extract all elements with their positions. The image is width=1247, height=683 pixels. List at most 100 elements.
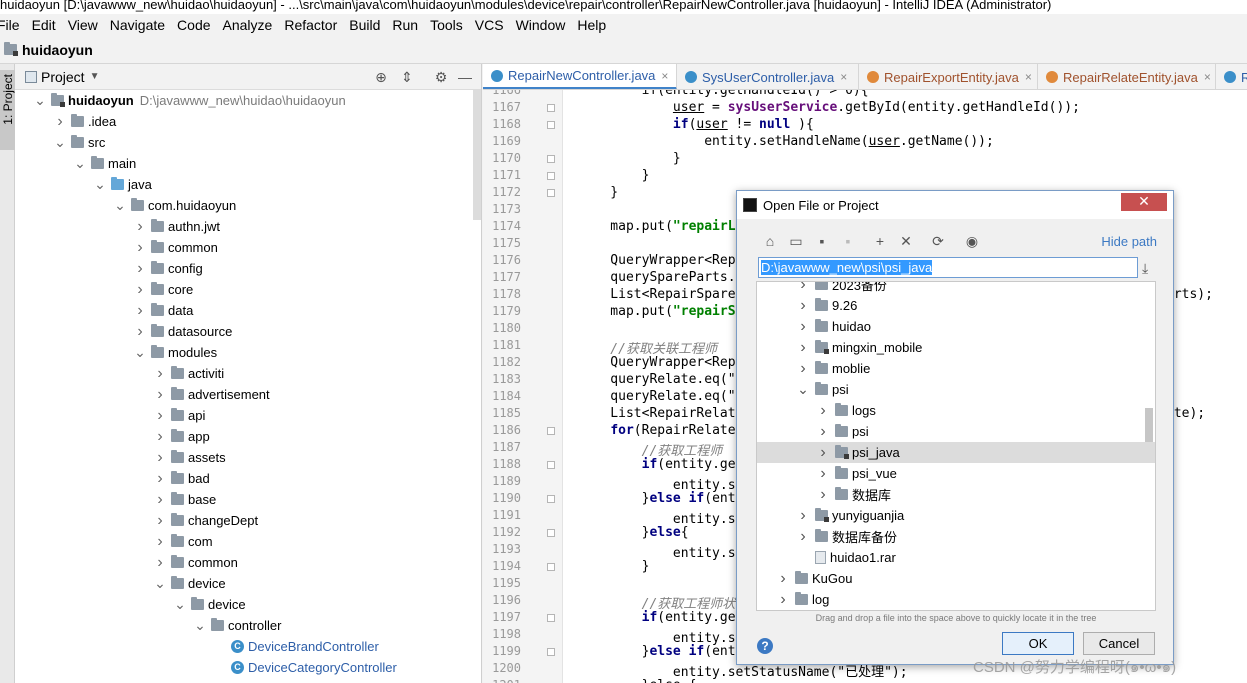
file-tree-item[interactable]: ⌄ psi xyxy=(757,379,1155,400)
path-input[interactable]: D:\javawww_new\psi\psi_java xyxy=(758,257,1138,278)
fold-marker-icon[interactable] xyxy=(547,189,555,197)
delete-icon[interactable]: ✕ xyxy=(897,232,915,250)
tree-item[interactable]: › common xyxy=(153,552,238,573)
chevron-right-icon[interactable]: › xyxy=(797,360,809,378)
chevron-down-icon[interactable]: ⌄ xyxy=(113,197,127,214)
show-hidden-icon[interactable]: ◉ xyxy=(963,232,981,250)
tree-item[interactable]: › data xyxy=(133,300,193,321)
tree-item[interactable]: ⌄ java xyxy=(93,174,152,195)
chevron-right-icon[interactable]: › xyxy=(153,365,167,383)
chevron-right-icon[interactable]: › xyxy=(133,260,147,278)
chevron-right-icon[interactable]: › xyxy=(133,218,147,236)
project-tool-window-button[interactable]: 1: Project xyxy=(0,70,15,150)
file-tree-item[interactable]: › logs xyxy=(757,400,1155,421)
file-tree-item[interactable]: › psi_vue xyxy=(757,463,1155,484)
chevron-right-icon[interactable]: › xyxy=(133,281,147,299)
tree-item[interactable]: › config xyxy=(133,258,202,279)
fold-marker-icon[interactable] xyxy=(547,495,555,503)
dialog-close-button[interactable]: ✕ xyxy=(1121,193,1167,211)
refresh-icon[interactable]: ⟳ xyxy=(929,232,947,250)
home-icon[interactable]: ⌂ xyxy=(761,232,779,250)
tree-item[interactable]: ⌄ device xyxy=(173,594,245,615)
menu-vcs[interactable]: VCS xyxy=(469,14,510,36)
tree-item[interactable]: › advertisement xyxy=(153,384,269,405)
menu-edit[interactable]: Edit xyxy=(26,14,62,36)
desktop-icon[interactable]: ▭ xyxy=(787,232,805,250)
file-tree-item[interactable]: › yunyiguanjia xyxy=(757,505,1155,526)
tree-item[interactable]: ⌄ huidaoyun D:\javawww_new\huidao\huidaoyu… xyxy=(33,90,346,111)
menu-refactor[interactable]: Refactor xyxy=(278,14,343,36)
chevron-right-icon[interactable]: › xyxy=(797,297,809,315)
gear-icon[interactable]: ⚙ xyxy=(433,69,449,86)
chevron-right-icon[interactable]: › xyxy=(153,512,167,530)
fold-marker-icon[interactable] xyxy=(547,461,555,469)
tree-item[interactable]: › core xyxy=(133,279,193,300)
chevron-down-icon[interactable]: ⌄ xyxy=(133,344,147,361)
fold-marker-icon[interactable] xyxy=(547,614,555,622)
close-icon[interactable]: × xyxy=(661,69,668,83)
chevron-right-icon[interactable]: › xyxy=(153,491,167,509)
menu-window[interactable]: Window xyxy=(510,14,572,36)
file-tree-item[interactable]: › 9.26 xyxy=(757,295,1155,316)
class-item[interactable]: C DeviceCategoryController xyxy=(213,657,397,678)
chevron-right-icon[interactable]: › xyxy=(777,591,789,609)
chevron-down-icon[interactable]: ⌄ xyxy=(797,381,809,398)
close-icon[interactable]: × xyxy=(840,70,847,84)
file-tree-item[interactable]: › KuGou xyxy=(757,568,1155,589)
chevron-right-icon[interactable]: › xyxy=(817,465,829,483)
cancel-button[interactable]: Cancel xyxy=(1083,632,1155,655)
project-panel-title[interactable]: Project xyxy=(41,69,85,85)
fold-marker-icon[interactable] xyxy=(547,563,555,571)
chevron-right-icon[interactable]: › xyxy=(797,507,809,525)
chevron-down-icon[interactable]: ⌄ xyxy=(153,575,167,592)
tree-item[interactable]: › common xyxy=(133,237,218,258)
tree-item[interactable]: ⌄ modules xyxy=(133,342,217,363)
tree-item[interactable]: › base xyxy=(153,489,216,510)
minimize-icon[interactable]: — xyxy=(457,69,473,85)
tree-item[interactable]: ⌄ src xyxy=(53,132,105,153)
chevron-right-icon[interactable]: › xyxy=(153,407,167,425)
chevron-right-icon[interactable]: › xyxy=(53,113,67,131)
menu-code[interactable]: Code xyxy=(171,14,216,36)
chevron-right-icon[interactable]: › xyxy=(153,470,167,488)
fold-marker-icon[interactable] xyxy=(547,104,555,112)
tree-item[interactable]: › authn.jwt xyxy=(133,216,220,237)
project-folder-icon[interactable]: ▪ xyxy=(813,232,831,250)
collapse-icon[interactable]: ⇕ xyxy=(399,69,415,86)
fold-marker-icon[interactable] xyxy=(547,529,555,537)
chevron-down-icon[interactable]: ⌄ xyxy=(173,596,187,613)
module-folder-icon[interactable]: ▪ xyxy=(839,232,857,250)
file-tree-item[interactable]: › 数据库 xyxy=(757,484,1155,505)
chevron-right-icon[interactable]: › xyxy=(153,533,167,551)
tree-item[interactable]: › bad xyxy=(153,468,209,489)
tree-item[interactable]: › datasource xyxy=(133,321,232,342)
tree-item[interactable]: › api xyxy=(153,405,205,426)
chevron-right-icon[interactable]: › xyxy=(777,570,789,588)
chevron-right-icon[interactable]: › xyxy=(797,282,809,294)
chevron-down-icon[interactable]: ⌄ xyxy=(193,617,207,634)
tree-item[interactable]: › assets xyxy=(153,447,225,468)
new-folder-icon[interactable]: + xyxy=(871,232,889,250)
chevron-down-icon[interactable]: ⌄ xyxy=(33,92,47,109)
editor-tab[interactable]: SysUserController.java × xyxy=(677,64,859,89)
tree-item[interactable]: › .idea xyxy=(53,111,116,132)
ok-button[interactable]: OK xyxy=(1002,632,1074,655)
chevron-right-icon[interactable]: › xyxy=(817,402,829,420)
file-tree-item[interactable]: › moblie xyxy=(757,358,1155,379)
file-tree-item[interactable]: › psi_java xyxy=(757,442,1155,463)
tree-item[interactable]: › activiti xyxy=(153,363,224,384)
editor-tab[interactable]: RepairNewController.java × xyxy=(483,64,677,89)
chevron-right-icon[interactable]: › xyxy=(817,444,829,462)
chevron-right-icon[interactable]: › xyxy=(133,239,147,257)
chevron-right-icon[interactable]: › xyxy=(797,318,809,336)
tree-item[interactable]: › app xyxy=(153,426,209,447)
fold-marker-icon[interactable] xyxy=(547,427,555,435)
chevron-right-icon[interactable]: › xyxy=(133,302,147,320)
tree-item[interactable]: ⌄ controller xyxy=(193,615,281,636)
editor-tab[interactable]: RepairExportEntity.java × xyxy=(859,64,1038,89)
chevron-right-icon[interactable]: › xyxy=(153,386,167,404)
editor-tab[interactable]: RepairRelateEntity.java × xyxy=(1038,64,1216,89)
chevron-right-icon[interactable]: › xyxy=(797,528,809,546)
chevron-right-icon[interactable]: › xyxy=(817,486,829,504)
menu-navigate[interactable]: Navigate xyxy=(104,14,171,36)
